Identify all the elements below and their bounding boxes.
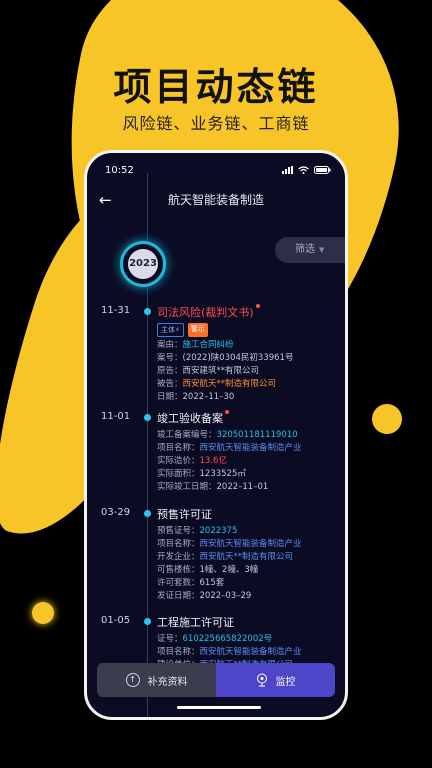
supplement-label: 补充资料 (147, 676, 188, 688)
filter-button[interactable]: 筛选 ▼ (275, 237, 345, 263)
entry-title: 竣工验收备案 (157, 410, 229, 426)
entry-details: 案由：施工合同纠纷 案号：(2022)陕0304民初33961号 原告：西安建筑… (157, 339, 293, 404)
battery-icon (314, 166, 331, 174)
detail-row: 案号：(2022)陕0304民初33961号 (157, 353, 294, 363)
entry-title: 司法风险(裁判文书) (157, 304, 260, 320)
supplement-button[interactable]: ↑ 补充资料 (97, 663, 216, 697)
entry-title: 预售许可证 (157, 508, 212, 521)
bottom-action-bar: ↑ 补充资料 监控 (97, 663, 335, 697)
year-label: 2023 (128, 249, 158, 279)
timeline-dot (144, 414, 151, 421)
timeline-dot (144, 308, 151, 315)
detail-row: 项目名称：西安航天智能装备制造产业 (157, 443, 302, 453)
filter-label: 筛选 (295, 244, 315, 255)
entry-date: 11-31 (101, 305, 131, 316)
caret-down-icon: ▼ (319, 246, 325, 254)
monitor-button[interactable]: 监控 (216, 663, 335, 697)
detail-row: 证号：610225665822002号 (157, 634, 273, 644)
entry-details: 竣工备案编号：320501181119010 项目名称：西安航天智能装备制造产业… (157, 429, 302, 494)
detail-row: 预售证号：2022375 (157, 526, 238, 536)
detail-row: 实际竣工日期：2022–11–01 (157, 482, 269, 492)
promo-subline: 风险链、业务链、工商链 (122, 114, 310, 133)
yellow-dot-right (372, 404, 402, 434)
detail-row: 实际造价：13.6亿 (157, 456, 227, 466)
upload-icon: ↑ (125, 673, 140, 687)
timeline-dot (144, 510, 151, 517)
status-icons (282, 166, 331, 174)
detail-row: 实际面积：1233525㎡ (157, 469, 246, 479)
home-indicator (177, 706, 261, 709)
nav-bar: ← 航天智能装备制造 (87, 189, 345, 211)
detail-row: 项目名称：西安航天智能装备制造产业 (157, 647, 302, 657)
entry-date: 03-29 (101, 507, 131, 518)
detail-row: 可售楼栋：1幢、2幢、3幢 (157, 565, 259, 575)
entry-title: 工程施工许可证 (157, 616, 234, 629)
monitor-label: 监控 (275, 676, 296, 688)
entry-date: 11-01 (101, 411, 131, 422)
detail-row: 日期：2022–11–30 (157, 392, 235, 402)
detail-row: 原告：西安建筑**有限公司 (157, 366, 260, 376)
detail-row: 许可套数：615套 (157, 578, 225, 588)
year-badge: 2023 (120, 241, 166, 287)
detail-row: 发证日期：2022–03–29 (157, 591, 252, 601)
entry-date: 01-05 (101, 615, 131, 626)
page-title: 航天智能装备制造 (167, 193, 264, 207)
signal-icon (282, 166, 293, 174)
camera-monitor-icon (256, 673, 267, 687)
detail-row: 被告：西安航天**制造有限公司 (157, 379, 277, 389)
status-time: 10:52 (105, 164, 134, 176)
entry-tags: 主体⚡ 警示 (157, 323, 208, 337)
detail-row: 竣工备案编号：320501181119010 (157, 430, 298, 440)
detail-row: 案由：施工合同纠纷 (157, 340, 234, 350)
tag-subject: 主体⚡ (157, 323, 184, 337)
promo-headline: 项目动态链 (113, 65, 319, 109)
entry-details: 预售证号：2022375 项目名称：西安航天智能装备制造产业 开发企业：西安航天… (157, 525, 302, 603)
yellow-dot-left (32, 602, 54, 624)
timeline-dot (144, 618, 151, 625)
wifi-icon (298, 166, 309, 174)
alert-dot-icon (255, 304, 260, 308)
status-bar: 10:52 (105, 163, 331, 177)
detail-row: 开发企业：西安航天**制造有限公司 (157, 552, 294, 562)
detail-row: 项目名称：西安航天智能装备制造产业 (157, 539, 302, 549)
phone-frame: 10:52 ← 航天智能装备制造 2023 筛选 ▼ 11-31 司法风险(裁判文… (84, 150, 348, 720)
tag-warning: 警示 (187, 323, 208, 337)
alert-dot-icon (225, 410, 229, 414)
